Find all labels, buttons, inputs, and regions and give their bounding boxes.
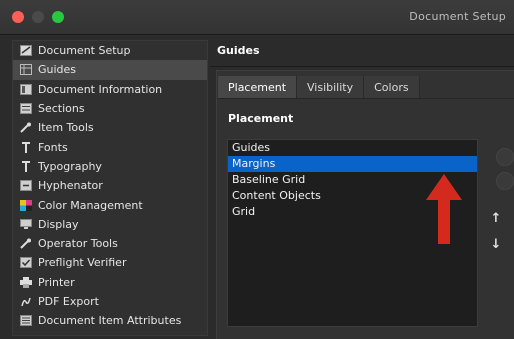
sidebar-item-guides[interactable]: Guides [13,60,207,80]
sidebar-item-operator-tools[interactable]: Operator Tools [13,234,207,253]
document-item-attributes-icon [19,315,32,327]
sidebar-item-pdf-export[interactable]: PDF Export [13,292,207,311]
document-setup-icon [19,45,32,57]
zoom-window-button[interactable] [52,11,64,23]
tab-colors[interactable]: Colors [364,76,420,98]
sidebar-item-color-management[interactable]: Color Management [13,195,207,214]
info-button[interactable] [496,172,514,190]
sidebar-item-label: Sections [38,102,85,116]
sidebar-item-label: Document Setup [38,44,131,58]
sidebar-item-document-setup[interactable]: Document Setup [13,41,207,60]
sidebar-item-document-item-attributes[interactable]: Document Item Attributes [13,311,207,330]
hyphenator-icon [19,180,32,192]
guides-icon [19,64,32,76]
sidebar-item-hyphenator[interactable]: Hyphenator [13,176,207,195]
sidebar-item-label: Printer [38,275,75,289]
sidebar-item-fonts[interactable]: Fonts [13,137,207,156]
sidebar-item-printer[interactable]: Printer [13,273,207,292]
page-title: Guides [217,44,260,57]
list-item[interactable]: Guides [228,140,477,156]
tab-placement[interactable]: Placement [218,76,298,98]
document-information-icon [19,83,32,95]
sidebar-item-label: Item Tools [38,121,94,135]
close-window-button[interactable] [12,11,24,23]
title-bar: Document Setup [0,0,514,35]
typography-icon [19,160,32,172]
window-title: Document Setup [409,10,506,23]
sidebar-item-label: Document Item Attributes [38,314,182,328]
document-setup-window: Document Setup Document Setup Guides Doc… [0,0,514,339]
info-button[interactable] [496,148,514,166]
tab-visibility[interactable]: Visibility [297,76,365,98]
operator-tools-icon [19,238,32,250]
list-item[interactable]: Margins [228,156,477,172]
sidebar-item-display[interactable]: Display [13,215,207,234]
sidebar-item-label: Preflight Verifier [38,256,127,270]
preflight-verifier-icon [19,257,32,269]
fonts-icon [19,141,32,153]
minimize-window-button[interactable] [32,11,44,23]
printer-icon [19,276,32,288]
section-label: Placement [228,112,294,125]
sidebar-item-label: Guides [38,63,77,77]
sidebar-item-label: PDF Export [38,295,99,308]
sidebar-item-label: Document Information [38,82,163,96]
sidebar-item-label: Display [38,217,79,231]
sidebar-item-typography[interactable]: Typography [13,157,207,176]
sidebar-item-preflight-verifier[interactable]: Preflight Verifier [13,253,207,272]
sidebar-item-label: Color Management [38,198,143,212]
move-up-button[interactable]: ↑ [488,209,504,227]
sidebar: Document Setup Guides Document Informati… [12,40,208,336]
annotation-arrow-icon [424,172,464,250]
sidebar-item-label: Fonts [38,140,68,154]
sidebar-item-label: Hyphenator [38,179,103,193]
display-icon [19,218,32,230]
sidebar-item-label: Typography [38,159,102,173]
sidebar-item-label: Operator Tools [38,237,118,251]
sidebar-item-document-information[interactable]: Document Information [13,80,207,99]
move-down-button[interactable]: ↓ [488,235,504,253]
sidebar-item-sections[interactable]: Sections [13,99,207,118]
sections-icon [19,103,32,115]
pdf-export-icon [19,296,32,308]
sidebar-item-item-tools[interactable]: Item Tools [13,118,207,137]
item-tools-icon [19,122,32,134]
header-divider [210,66,514,67]
tabs-divider [218,98,514,99]
color-management-icon [19,199,32,211]
tab-bar: Placement Visibility Colors [218,76,420,98]
